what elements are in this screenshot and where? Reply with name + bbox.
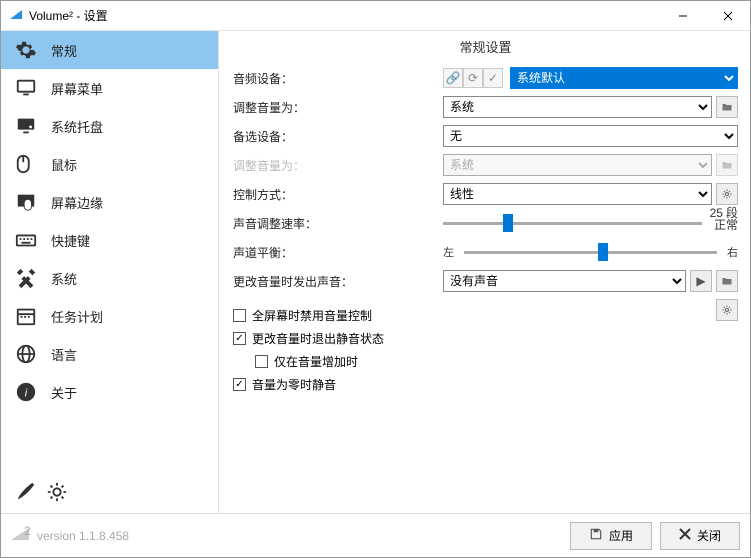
label-adjust-for2: 调整音量为：: [233, 157, 443, 174]
sidebar-item-label: 快捷键: [51, 231, 90, 250]
sound-select[interactable]: 没有声音: [443, 270, 686, 292]
footer: 2 version 1.1.8.458 应用 关闭: [1, 513, 750, 557]
link-icon[interactable]: 🔗: [443, 68, 463, 88]
svg-text:2: 2: [24, 526, 31, 538]
tools-icon: [15, 267, 37, 289]
sidebar-item-label: 系统托盘: [51, 117, 103, 136]
ctrl-method-select[interactable]: 线性: [443, 183, 712, 205]
sidebar-item-label: 系统: [51, 269, 77, 288]
sidebar-item-schedule[interactable]: 任务计划: [1, 297, 218, 335]
label-adjust-for: 调整音量为：: [233, 99, 443, 116]
folder-button[interactable]: [716, 96, 738, 118]
close-label: 关闭: [697, 527, 721, 544]
balance-right-label: 右: [727, 244, 738, 260]
sidebar-item-label: 屏幕菜单: [51, 79, 103, 98]
adjust-for2-select: 系统: [443, 154, 712, 176]
checkbox-icon: [233, 378, 246, 391]
gear-small-icon[interactable]: [46, 481, 68, 506]
brush-icon[interactable]: [14, 481, 36, 506]
globe-icon: [15, 343, 37, 365]
close-button[interactable]: [705, 1, 750, 30]
play-button[interactable]: ▶: [690, 270, 712, 292]
sidebar-item-language[interactable]: 语言: [1, 335, 218, 373]
label-ctrl-method: 控制方式：: [233, 186, 443, 203]
sidebar-item-osd[interactable]: 屏幕菜单: [1, 69, 218, 107]
sidebar: 常规 屏幕菜单 系统托盘 鼠标 屏幕边缘 快捷键 系统 任务计划: [1, 31, 219, 513]
tray-icon: [15, 115, 37, 137]
gear-button-2[interactable]: [716, 299, 738, 321]
folder-button-2: [716, 154, 738, 176]
apply-button[interactable]: 应用: [570, 522, 652, 550]
refresh-icon[interactable]: ⟳: [463, 68, 483, 88]
balance-slider[interactable]: [464, 251, 717, 254]
adjust-for-select[interactable]: 系统: [443, 96, 712, 118]
window-title: Volume² - 设置: [29, 7, 108, 24]
version-text: version 1.1.8.458: [37, 529, 129, 543]
sidebar-item-tray[interactable]: 系统托盘: [1, 107, 218, 145]
apply-label: 应用: [609, 527, 633, 544]
save-icon: [589, 527, 603, 544]
title-bar: Volume² - 设置: [1, 1, 750, 31]
folder-button-3[interactable]: [716, 270, 738, 292]
sidebar-item-label: 鼠标: [51, 155, 77, 174]
sidebar-item-label: 关于: [51, 383, 77, 402]
keyboard-icon: [15, 229, 37, 251]
info-icon: i: [15, 381, 37, 403]
check-exit-mute[interactable]: 更改音量时退出静音状态: [233, 330, 738, 347]
checkbox-icon: [233, 332, 246, 345]
check-mute-on-zero[interactable]: 音量为零时静音: [233, 376, 738, 393]
gear-icon: [15, 39, 37, 61]
label-audio-device: 音频设备：: [233, 70, 443, 87]
main-panel: 常规设置 音频设备： 🔗 ⟳ ✓ 系统默认 调整音量为： 系统 备选设备：: [219, 31, 750, 513]
sidebar-item-label: 屏幕边缘: [51, 193, 103, 212]
label-sound-on-change: 更改音量时发出声音：: [233, 273, 443, 290]
calendar-icon: [15, 305, 37, 327]
mouse-icon: [15, 153, 37, 175]
sidebar-item-system[interactable]: 系统: [1, 259, 218, 297]
check-label: 仅在音量增加时: [274, 353, 358, 370]
label-alt-device: 备选设备：: [233, 128, 443, 145]
sidebar-item-about[interactable]: i 关于: [1, 373, 218, 411]
check-label: 音量为零时静音: [252, 376, 336, 393]
monitor-icon: [15, 77, 37, 99]
label-balance: 声道平衡：: [233, 244, 443, 261]
section-title: 常规设置: [233, 37, 738, 56]
sidebar-item-label: 常规: [51, 41, 77, 60]
sidebar-item-mouse[interactable]: 鼠标: [1, 145, 218, 183]
sidebar-item-hotkeys[interactable]: 快捷键: [1, 221, 218, 259]
minimize-button[interactable]: [660, 1, 705, 30]
check-label: 全屏幕时禁用音量控制: [252, 307, 372, 324]
sidebar-item-edges[interactable]: 屏幕边缘: [1, 183, 218, 221]
sidebar-item-general[interactable]: 常规: [1, 31, 218, 69]
volume-icon: 2: [11, 526, 31, 545]
edges-icon: [15, 191, 37, 213]
alt-device-select[interactable]: 无: [443, 125, 738, 147]
label-speed: 声音调整速率：: [233, 215, 443, 232]
check-only-increase[interactable]: 仅在音量增加时: [255, 353, 738, 370]
sidebar-item-label: 语言: [51, 345, 77, 364]
balance-left-label: 左: [443, 244, 454, 260]
gear-button[interactable]: [716, 183, 738, 205]
audio-device-select[interactable]: 系统默认: [510, 67, 738, 89]
check-label: 更改音量时退出静音状态: [252, 330, 384, 347]
close-icon: [679, 528, 691, 543]
speed-sub: 正常: [714, 218, 738, 232]
checkbox-icon: [255, 355, 268, 368]
check-icon[interactable]: ✓: [483, 68, 503, 88]
close-footer-button[interactable]: 关闭: [660, 522, 740, 550]
speed-slider[interactable]: [443, 222, 702, 225]
checkbox-icon: [233, 309, 246, 322]
check-disable-fullscreen[interactable]: 全屏幕时禁用音量控制: [233, 307, 738, 324]
sidebar-item-label: 任务计划: [51, 307, 103, 326]
app-icon: [9, 7, 23, 24]
